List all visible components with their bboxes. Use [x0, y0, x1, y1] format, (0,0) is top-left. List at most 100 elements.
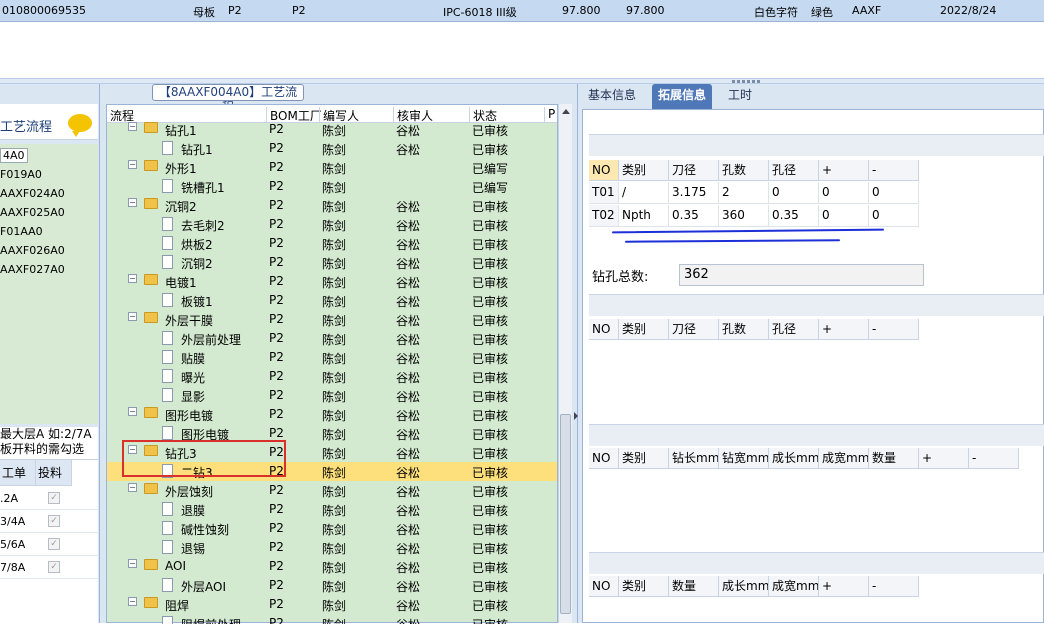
tree-row[interactable]: − 外层蚀刻 P2 陈剑 谷松 已审核 [107, 481, 557, 500]
step-status: 已审核 [472, 447, 509, 461]
record-val1: 97.800 [562, 4, 601, 17]
scroll-up-icon[interactable] [562, 109, 570, 114]
step-writer: 陈剑 [322, 580, 347, 594]
tab-basic-info[interactable]: 基本信息 [582, 84, 642, 109]
tree-row[interactable]: 钻孔1 P2 陈剑 谷松 已审核 [107, 139, 557, 158]
step-name: 碱性蚀刻 [181, 523, 230, 537]
tree-row[interactable]: − AOI P2 陈剑 谷松 已审核 [107, 557, 557, 576]
column-header[interactable]: + [819, 576, 869, 597]
column-header[interactable]: 数量 [669, 576, 719, 597]
chat-bubble-icon[interactable] [68, 114, 92, 137]
step-reviewer: 谷松 [396, 219, 421, 233]
document-icon [162, 502, 173, 516]
tree-rows: − 钻孔1 P2 陈剑 谷松 已审核 钻孔1 P2 陈剑 谷松 已审核 − 外形1 P2 陈剑 已编写 铣槽孔1… [107, 120, 557, 624]
tree-row[interactable]: 退膜 P2 陈剑 谷松 已审核 [107, 500, 557, 519]
tree-row[interactable]: 沉铜2 P2 陈剑 谷松 已审核 [107, 253, 557, 272]
step-plant: P2 [269, 388, 284, 402]
table-row[interactable]: 5/6A ✓ [0, 534, 98, 556]
list-item[interactable]: 4A0 [0, 148, 28, 163]
column-header[interactable]: 工单 [0, 460, 36, 486]
feed-checkbox[interactable]: ✓ [48, 538, 60, 550]
step-plant: P2 [269, 274, 284, 288]
tree-row[interactable]: − 沉铜2 P2 陈剑 谷松 已审核 [107, 196, 557, 215]
column-header[interactable]: 成长mm [719, 576, 769, 597]
collapse-toggle-icon[interactable]: − [128, 198, 137, 207]
step-status: 已审核 [472, 390, 509, 404]
document-icon [162, 179, 173, 193]
column-header[interactable]: 成宽mm [769, 576, 819, 597]
tree-row[interactable]: − 外层干膜 P2 陈剑 谷松 已审核 [107, 310, 557, 329]
step-plant: P2 [269, 597, 284, 611]
tree-row[interactable]: − 阻焊 P2 陈剑 谷松 已审核 [107, 595, 557, 614]
collapse-toggle-icon[interactable]: − [128, 597, 137, 606]
feed-checkbox[interactable]: ✓ [48, 561, 60, 573]
collapse-toggle-icon[interactable]: − [128, 274, 137, 283]
step-status: 已审核 [472, 580, 509, 594]
column-header[interactable]: 投料 [36, 460, 72, 486]
tree-row[interactable]: 外层AOI P2 陈剑 谷松 已审核 [107, 576, 557, 595]
step-reviewer: 谷松 [396, 390, 421, 404]
folder-icon [144, 483, 158, 494]
list-item[interactable]: AAXF024A0 [0, 187, 65, 200]
tab-extended-info[interactable]: 拓展信息 [652, 84, 713, 109]
list-item[interactable]: AAXF026A0 [0, 244, 65, 257]
scroll-thumb[interactable] [560, 414, 571, 614]
column-header[interactable]: - [869, 576, 919, 597]
tree-row[interactable]: 板镀1 P2 陈剑 谷松 已审核 [107, 291, 557, 310]
tree-row[interactable]: 烘板2 P2 陈剑 谷松 已审核 [107, 234, 557, 253]
tree-row[interactable]: 去毛刺2 P2 陈剑 谷松 已审核 [107, 215, 557, 234]
step-plant: P2 [269, 141, 284, 155]
record-series: AAXF [852, 4, 882, 17]
collapse-toggle-icon[interactable]: − [128, 122, 137, 131]
table-row[interactable]: 3/4A ✓ [0, 511, 98, 533]
column-header[interactable]: NO [589, 576, 619, 597]
tree-row[interactable]: 曝光 P2 陈剑 谷松 已审核 [107, 367, 557, 386]
splitter-grip [737, 80, 740, 83]
tree-row[interactable]: − 钻孔1 P2 陈剑 谷松 已审核 [107, 120, 557, 139]
record-summary-row[interactable]: 010800069535 母板 P2 P2 IPC-6018 III级 97.8… [0, 0, 1044, 22]
feed-checkbox[interactable]: ✓ [48, 492, 60, 504]
step-name: 曝光 [181, 371, 206, 385]
hint-line: 最大层A 如:2/7A [0, 427, 92, 441]
step-writer: 陈剑 [322, 523, 347, 537]
step-plant: P2 [269, 236, 284, 250]
step-status: 已审核 [472, 143, 509, 157]
step-status: 已审核 [472, 409, 509, 423]
collapse-toggle-icon[interactable]: − [128, 160, 137, 169]
tree-row[interactable]: − 图形电镀 P2 陈剑 谷松 已审核 [107, 405, 557, 424]
tree-row[interactable]: − 电镀1 P2 陈剑 谷松 已审核 [107, 272, 557, 291]
column-header[interactable]: 类别 [619, 576, 669, 597]
tab-work-hours[interactable]: 工时 [722, 84, 758, 109]
list-item[interactable]: F019A0 [0, 168, 42, 181]
list-item[interactable]: F01AA0 [0, 225, 43, 238]
step-writer: 陈剑 [322, 143, 347, 157]
tree-row[interactable]: 外层前处理 P2 陈剑 谷松 已审核 [107, 329, 557, 348]
table-row[interactable]: 7/8A ✓ [0, 557, 98, 579]
step-name: 外形1 [165, 162, 197, 176]
record-val2: 97.800 [626, 4, 665, 17]
collapse-toggle-icon[interactable]: − [128, 559, 137, 568]
feed-checkbox[interactable]: ✓ [48, 515, 60, 527]
tree-row[interactable]: 显影 P2 陈剑 谷松 已审核 [107, 386, 557, 405]
step-plant: P2 [269, 312, 284, 326]
tree-row[interactable]: 碱性蚀刻 P2 陈剑 谷松 已审核 [107, 519, 557, 538]
step-writer: 陈剑 [322, 390, 347, 404]
step-writer: 陈剑 [322, 352, 347, 366]
process-tree: 流程 BOM工厂 编写人 核审人 状态 P − 钻孔1 P2 陈剑 谷松 已审核 钻孔1 P2… [106, 104, 558, 624]
tree-scrollbar[interactable] [558, 104, 572, 623]
collapse-toggle-icon[interactable]: − [128, 312, 137, 321]
tree-row[interactable]: 贴膜 P2 陈剑 谷松 已审核 [107, 348, 557, 367]
table-row[interactable]: .2A ✓ [0, 488, 98, 510]
step-name: 退膜 [181, 504, 206, 518]
collapse-toggle-icon[interactable]: − [128, 407, 137, 416]
tree-row[interactable]: 铣槽孔1 P2 陈剑 已编写 [107, 177, 557, 196]
tree-row[interactable]: 退锡 P2 陈剑 谷松 已审核 [107, 538, 557, 557]
collapse-toggle-icon[interactable]: − [128, 483, 137, 492]
step-plant: P2 [269, 293, 284, 307]
drill-total-field[interactable]: 362 [679, 264, 924, 286]
list-item[interactable]: AAXF025A0 [0, 206, 65, 219]
list-item[interactable]: AAXF027A0 [0, 263, 65, 276]
tree-row[interactable]: − 外形1 P2 陈剑 已编写 [107, 158, 557, 177]
folder-icon [144, 559, 158, 570]
step-reviewer: 谷松 [396, 409, 421, 423]
